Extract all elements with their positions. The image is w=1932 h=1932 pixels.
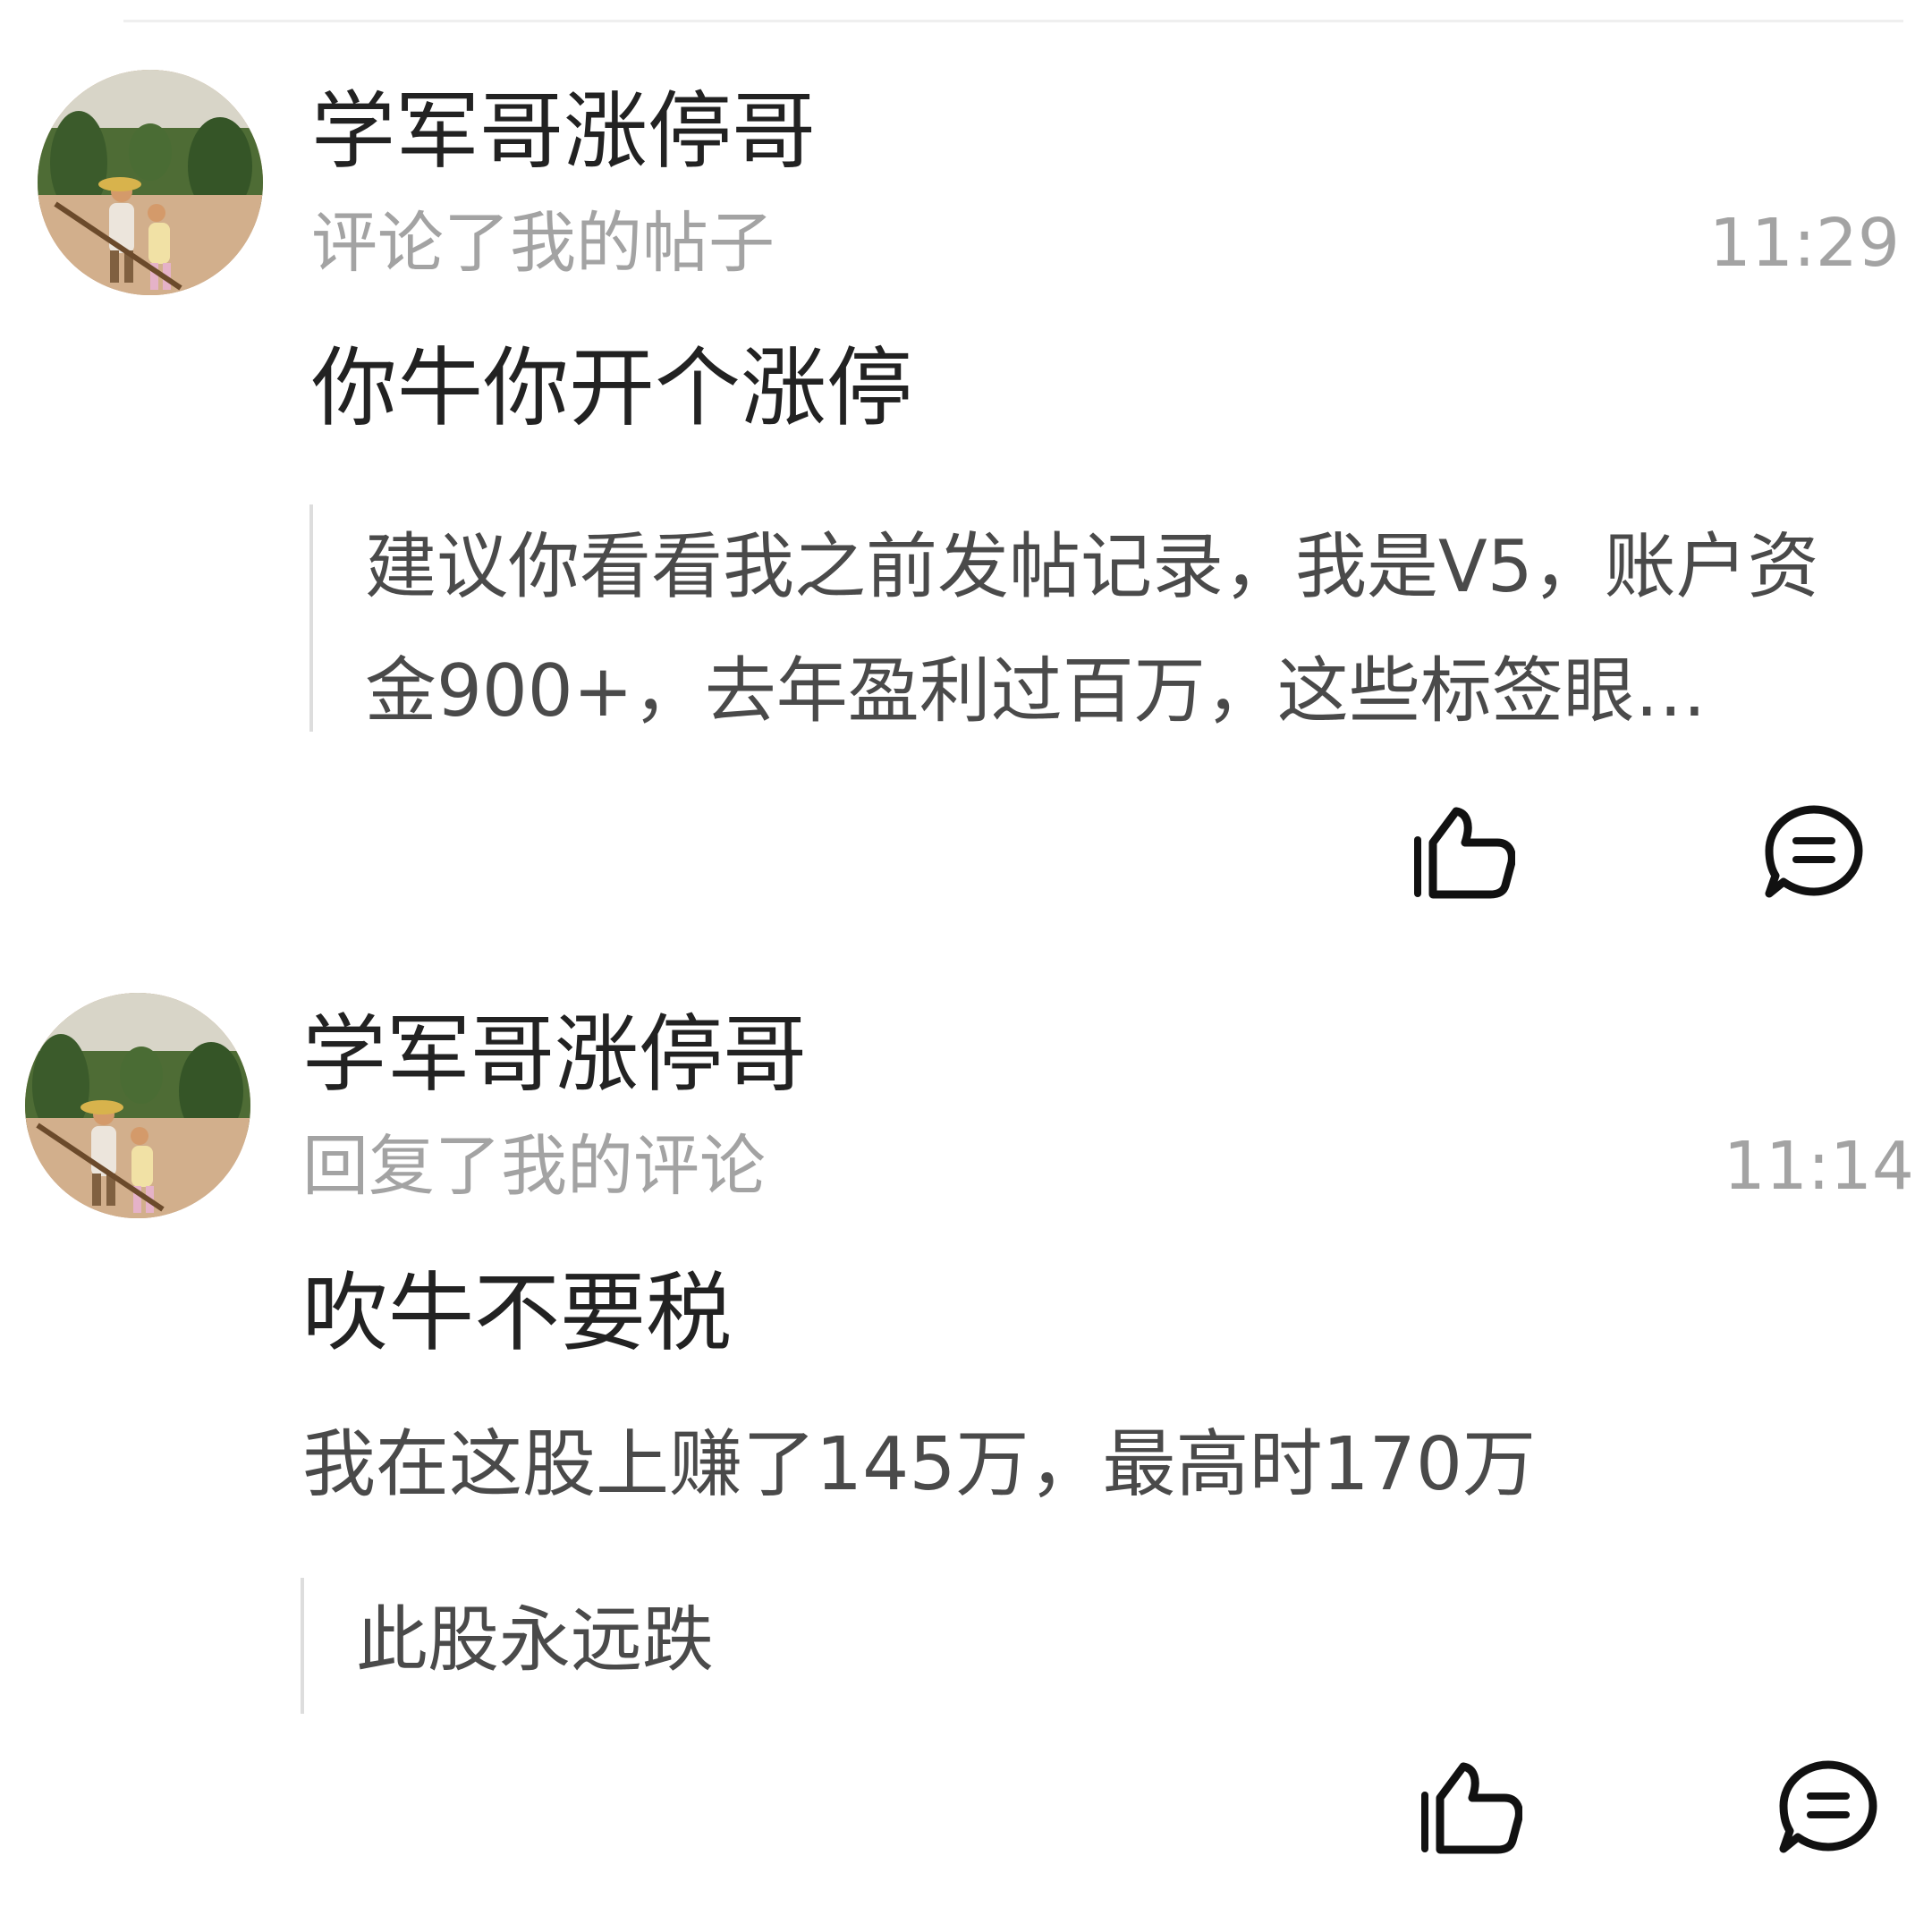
avatar-image <box>25 993 250 1218</box>
username[interactable]: 学军哥涨停哥 <box>302 1002 807 1109</box>
thumbs-up-icon <box>1414 807 1515 899</box>
notification-action: 评论了我的帖子 <box>311 205 775 282</box>
timestamp: 11:29 <box>1708 205 1900 282</box>
like-button[interactable] <box>1419 1758 1522 1858</box>
thumbs-up-icon <box>1421 1762 1522 1854</box>
avatar[interactable] <box>25 993 250 1218</box>
reply-button[interactable] <box>1776 1758 1880 1858</box>
comment-text: 你牛你开个涨停 <box>311 338 912 438</box>
reply-button[interactable] <box>1762 802 1866 902</box>
notification-action: 回复了我的评论 <box>302 1128 766 1205</box>
notification-item[interactable]: 学军哥涨停哥 回复了我的评论 11:14 吹牛不要税 我在这股上赚了145万，最… <box>0 921 1932 1854</box>
quoted-comment[interactable]: 此股永远跌 <box>301 1578 1284 1714</box>
avatar-image <box>38 70 263 295</box>
comment-text: 吹牛不要税 <box>302 1263 732 1363</box>
username[interactable]: 学军哥涨停哥 <box>311 79 816 186</box>
chat-bubble-icon <box>1765 805 1863 898</box>
quoted-post-text: 建议你看看我之前发帖记录，我是V5，账户资金900+，去年盈利过百万，这些标签眼… <box>365 525 1819 733</box>
like-button[interactable] <box>1411 802 1515 902</box>
notification-item[interactable]: 学军哥涨停哥 评论了我的帖子 11:29 你牛你开个涨停 建议你看看我之前发帖记… <box>0 0 1932 921</box>
quoted-comment-text: 此股永远跌 <box>356 1598 714 1682</box>
reply-context-text: 我在这股上赚了145万，最高时170万 <box>302 1422 1537 1507</box>
timestamp: 11:14 <box>1723 1128 1914 1205</box>
chat-bubble-icon <box>1779 1760 1877 1853</box>
avatar[interactable] <box>38 70 263 295</box>
quoted-post[interactable]: 建议你看看我之前发帖记录，我是V5，账户资金900+，去年盈利过百万，这些标签眼… <box>309 504 1861 733</box>
